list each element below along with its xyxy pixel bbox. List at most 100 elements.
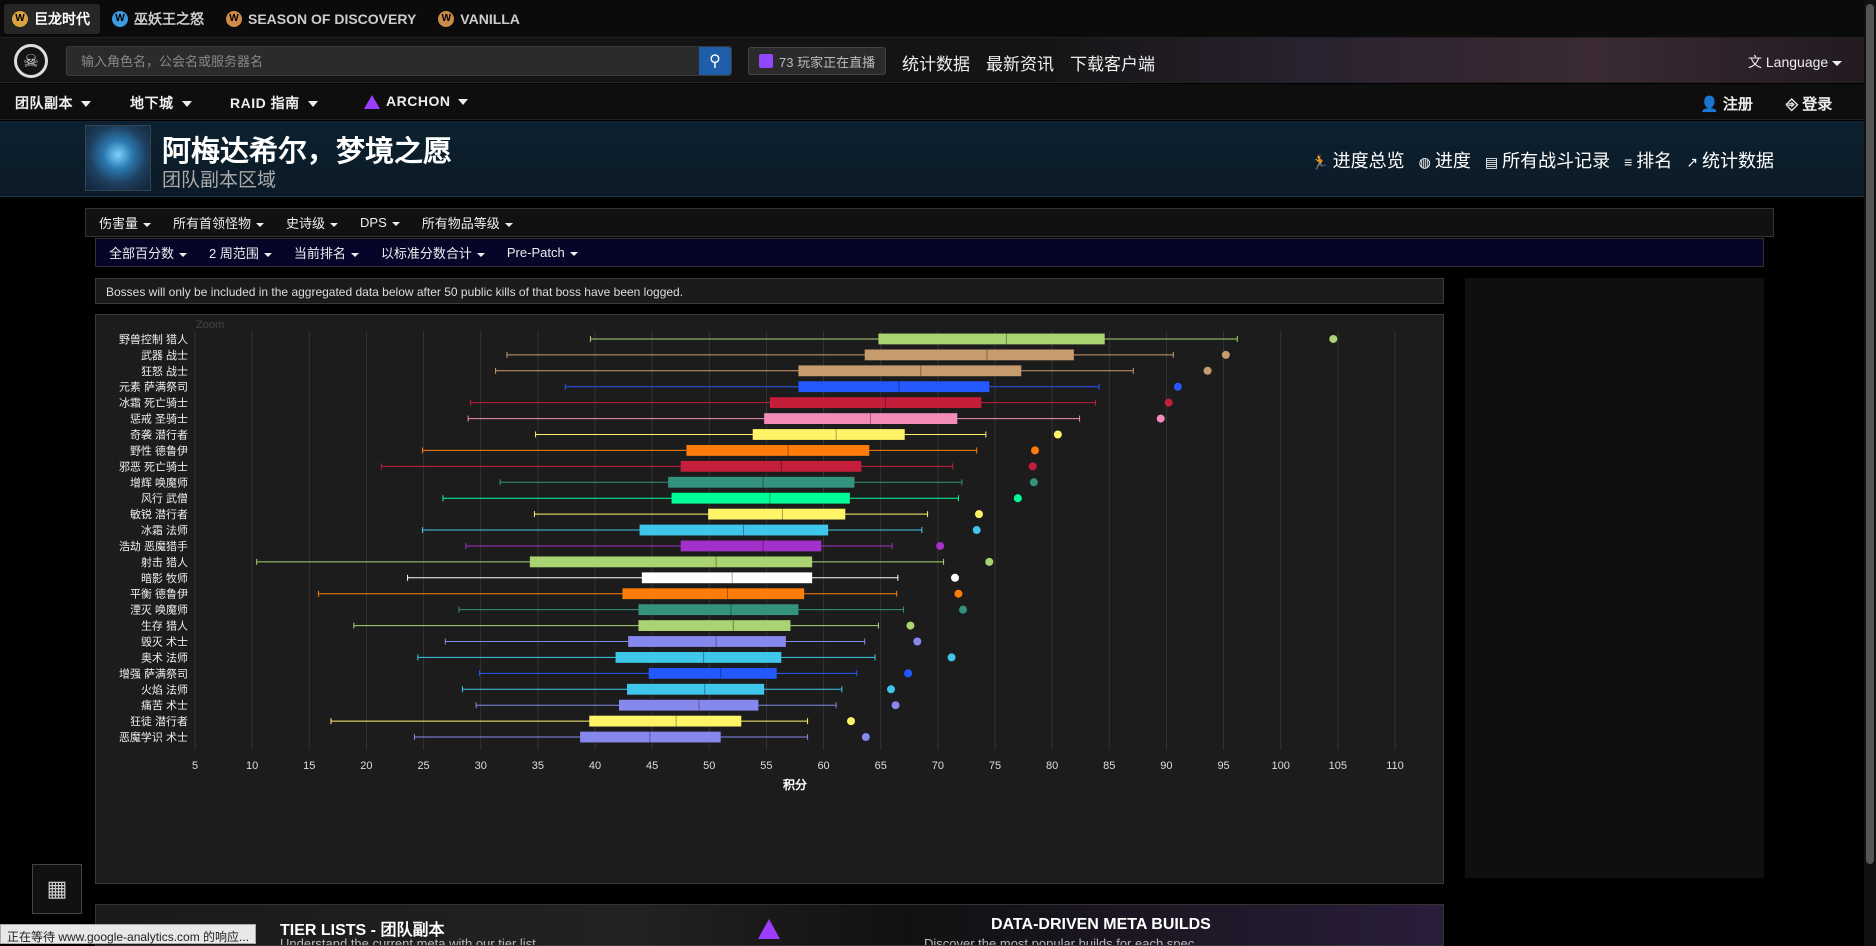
scrollbar-thumb[interactable] [1866, 4, 1874, 864]
search-icon: ⚲ [709, 53, 721, 70]
promo-banner[interactable]: TIER LISTS - 团队副本 Understand the current… [95, 904, 1444, 946]
chart-svg: Zoom 5 10 15 20 25 30 35 40 45 50 55 60 65 70 75 80 85 90 9… [119, 319, 1404, 792]
outlier-point [1164, 398, 1173, 407]
chevron-down-icon [181, 101, 192, 108]
series-label: 野兽控制 猎人 [119, 332, 188, 346]
x-tick-label: 80 [1046, 760, 1058, 772]
chevron-down-icon [1832, 60, 1843, 66]
chevron-down-icon [458, 99, 469, 106]
box [668, 476, 855, 488]
register-link[interactable]: 👤 注册 [1700, 93, 1753, 114]
filter-metric[interactable]: 伤害量 [99, 213, 152, 232]
trend-icon: ↗ [1686, 154, 1698, 170]
outlier-point [1203, 366, 1212, 375]
x-tick-label: 110 [1386, 760, 1404, 772]
archon-logo-icon [758, 919, 780, 939]
outlier-point [959, 605, 967, 614]
outlier-point [1053, 430, 1062, 439]
series-label: 敏锐 潜行者 [130, 507, 188, 521]
live-streams-button[interactable]: 73 玩家正在直播 [748, 47, 887, 75]
series-label: 冰霜 法师 [141, 523, 188, 537]
game-tab-3[interactable]: W VANILLA [430, 4, 530, 34]
outlier-point [975, 510, 983, 519]
zone-link-progress[interactable]: ◍ 进度 [1419, 147, 1471, 173]
nav-dungeons[interactable]: 地下城 [130, 93, 192, 113]
search-box: ⚲ [66, 46, 732, 76]
runner-icon: 🏃 [1311, 154, 1329, 170]
x-tick-label: 35 [532, 760, 544, 772]
filter-bar-secondary: 全部百分数 2 周范围 当前排名 以标准分数合计 Pre-Patch [95, 238, 1764, 267]
box [798, 365, 1022, 377]
box [708, 508, 846, 520]
box [648, 667, 777, 679]
nav-raids[interactable]: 团队副本 [15, 93, 91, 113]
zone-link-rankings[interactable]: ≡ 排名 [1624, 147, 1672, 173]
search-button[interactable]: ⚲ [699, 47, 731, 75]
series-label: 风行 武僧 [141, 492, 188, 505]
zone-image [85, 125, 151, 191]
qr-code-icon[interactable]: ▦ [32, 864, 82, 914]
outlier-point [861, 733, 870, 742]
header-nav: 统计数据 最新资讯 下载客户端 [902, 50, 1155, 75]
box [580, 731, 721, 743]
box [680, 460, 862, 472]
filter-timeframe[interactable]: 2 周范围 [209, 243, 272, 262]
nav-archon[interactable]: ARCHON [364, 93, 469, 110]
outlier-point [951, 573, 959, 582]
outlier-point [1013, 494, 1022, 503]
game-tab-1[interactable]: W 巫妖王之怒 [104, 4, 214, 34]
filter-aggregation[interactable]: 以标准分数合计 [381, 243, 485, 262]
nav-statistics[interactable]: 统计数据 [902, 50, 970, 75]
series-label: 增辉 唤魔师 [130, 475, 188, 489]
wow-icon: W [12, 10, 28, 27]
series-label: 狂徒 潜行者 [130, 714, 188, 728]
x-tick-label: 5 [192, 760, 198, 772]
x-tick-label: 75 [989, 760, 1001, 772]
outlier-point [847, 717, 855, 726]
zone-link-overview[interactable]: 🏃 进度总览 [1311, 147, 1404, 173]
main-nav: 团队副本 地下城 RAID 指南 ARCHON 👤 注册 ⎆ 登录 [0, 84, 1876, 120]
box-plot-chart[interactable]: Zoom 5 10 15 20 25 30 35 40 45 50 55 60 65 70 75 80 85 90 9… [95, 314, 1444, 884]
zone-link-all-fights[interactable]: ▤ 所有战斗记录 [1485, 147, 1610, 173]
tier-lists-subtitle: Understand the current meta with our tie… [280, 936, 536, 946]
series-label: 毁灭 术士 [141, 635, 188, 649]
nav-raid-guides[interactable]: RAID 指南 [230, 93, 318, 113]
chevron-down-icon [476, 252, 485, 257]
zone-header: 阿梅达希尔，梦境之愿 团队副本区域 🏃 进度总览 ◍ 进度 ▤ 所有战斗记录 ≡ 排名 … [0, 121, 1876, 197]
series-label: 浩劫 恶魔猎手 [119, 539, 188, 553]
nav-download-client[interactable]: 下载客户端 [1070, 50, 1155, 75]
filter-percentile[interactable]: 全部百分数 [109, 243, 188, 262]
series-label: 奥术 法师 [141, 650, 188, 664]
wow-icon: W [438, 10, 455, 27]
language-selector[interactable]: 文 Language [1748, 52, 1843, 72]
filter-patch[interactable]: Pre-Patch [507, 245, 578, 260]
filter-item-level[interactable]: 所有物品等级 [422, 213, 513, 232]
x-tick-label: 10 [246, 760, 258, 772]
login-link[interactable]: ⎆ 登录 [1786, 93, 1832, 114]
filter-bar-primary: 伤害量 所有首领怪物 史诗级 DPS 所有物品等级 [85, 208, 1774, 237]
chevron-down-icon [256, 222, 265, 227]
box [686, 445, 870, 456]
game-tab-0[interactable]: W 巨龙时代 [4, 3, 100, 34]
search-input[interactable] [67, 47, 699, 75]
rankings-icon: ≡ [1624, 154, 1633, 170]
x-tick-label: 65 [875, 760, 887, 772]
archon-logo-icon [364, 95, 380, 110]
x-tick-label: 45 [646, 760, 658, 772]
filter-rank-type[interactable]: 当前排名 [294, 243, 359, 262]
chevron-down-icon [350, 252, 359, 257]
nav-news[interactable]: 最新资讯 [986, 50, 1054, 75]
filter-difficulty[interactable]: 史诗级 [286, 213, 339, 232]
x-tick-label: 85 [1103, 760, 1115, 772]
game-tab-2[interactable]: W SEASON OF DISCOVERY [218, 4, 426, 34]
outlier-point [1031, 446, 1039, 455]
series-label: 奇袭 潜行者 [130, 428, 188, 442]
zone-link-statistics[interactable]: ↗ 统计数据 [1686, 147, 1774, 173]
filter-role[interactable]: DPS [360, 215, 400, 230]
series-label: 恶魔学识 术士 [119, 730, 188, 744]
chevron-down-icon [307, 101, 318, 108]
site-logo-icon[interactable]: ☠ [14, 44, 48, 78]
filter-boss[interactable]: 所有首领怪物 [173, 213, 265, 232]
translate-icon: 文 [1748, 54, 1762, 70]
x-tick-label: 40 [589, 760, 601, 772]
